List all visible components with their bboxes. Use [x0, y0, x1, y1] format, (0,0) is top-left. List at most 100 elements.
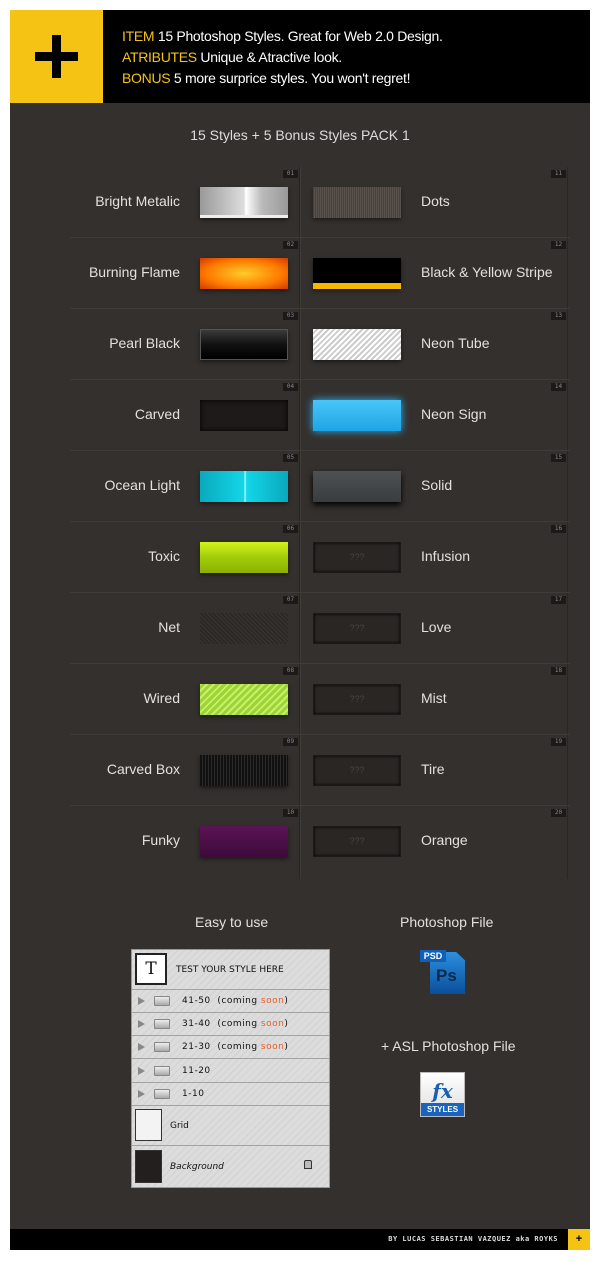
bonus-text: 5 more surprice styles. You won't regret…	[173, 70, 411, 86]
style-name: Burning Flame	[88, 264, 180, 280]
style-name: Neon Sign	[421, 406, 487, 422]
header: ITEM 15 Photoshop Styles. Great for Web …	[10, 10, 590, 103]
style-swatch: ???	[313, 542, 401, 573]
style-number: 11	[551, 170, 566, 178]
expand-arrow-icon[interactable]	[138, 997, 145, 1005]
style-swatch	[200, 755, 288, 786]
asl-title: + ASL Photoshop File	[381, 1038, 516, 1054]
style-swatch: ???	[313, 755, 401, 786]
style-row: 01 Bright Metalic 11 Dots	[10, 167, 590, 238]
style-swatch	[200, 684, 288, 715]
attributes-text: Unique & Atractive look.	[200, 49, 342, 65]
style-row: 05 Ocean Light 15 Solid	[10, 451, 590, 522]
style-number: 09	[283, 738, 298, 746]
style-row: 03 Pearl Black 13 Neon Tube	[10, 309, 590, 380]
lock-icon	[304, 1160, 312, 1169]
style-name: Ocean Light	[104, 477, 181, 493]
style-name: Black & Yellow Stripe	[421, 264, 553, 280]
style-row: 04 Carved 14 Neon Sign	[10, 380, 590, 451]
folder-icon	[154, 1088, 170, 1099]
folder-icon	[154, 996, 170, 1006]
layer-background[interactable]: Background	[132, 1146, 329, 1188]
style-name: Love	[421, 619, 452, 635]
expand-arrow-icon[interactable]	[138, 1020, 145, 1029]
style-row: 07 Net 17 ??? Love	[10, 593, 590, 664]
expand-arrow-icon[interactable]	[138, 1089, 145, 1098]
layer-group[interactable]: 41-50 (coming soon)	[132, 990, 329, 1013]
style-swatch: ???	[313, 684, 401, 715]
style-name: Orange	[421, 832, 468, 848]
style-swatch	[313, 258, 401, 289]
layer-name: Background	[170, 1162, 224, 1172]
style-swatch	[200, 187, 288, 218]
style-name: Neon Tube	[421, 335, 490, 351]
psd-file-icon: PSD Ps	[420, 948, 466, 994]
style-name: Infusion	[421, 548, 471, 564]
style-name: Dots	[421, 193, 450, 209]
asl-styles-icon: fx STYLES	[420, 1072, 465, 1117]
style-number: 04	[283, 383, 298, 391]
item-text: 15 Photoshop Styles. Great for Web 2.0 D…	[157, 28, 443, 44]
author-credit: BY LUCAS SEBASTIAN VAZQUEZ aka ROYKS	[388, 1235, 558, 1243]
folder-icon	[154, 1042, 170, 1053]
style-number: 07	[283, 596, 298, 604]
layer-group[interactable]: 1-10	[132, 1083, 329, 1106]
group-name: 31-40 (coming soon)	[182, 1019, 289, 1030]
style-swatch	[200, 542, 288, 573]
style-number: 02	[283, 241, 298, 249]
layer-group[interactable]: 31-40 (coming soon)	[132, 1013, 329, 1037]
footer: BY LUCAS SEBASTIAN VAZQUEZ aka ROYKS +	[10, 1229, 590, 1250]
style-swatch	[313, 400, 401, 431]
layer-name: TEST YOUR STYLE HERE	[176, 965, 284, 975]
style-number: 01	[283, 170, 298, 178]
header-text: ITEM 15 Photoshop Styles. Great for Web …	[122, 26, 443, 89]
layer-grid[interactable]: Grid	[132, 1106, 329, 1146]
style-name: Tire	[421, 761, 445, 777]
style-swatch	[200, 613, 288, 644]
style-number: 14	[551, 383, 566, 391]
style-row: 06 Toxic 16 ??? Infusion	[10, 522, 590, 593]
layer-name: Grid	[170, 1121, 189, 1131]
style-swatch	[200, 471, 288, 502]
folder-icon	[154, 1019, 170, 1030]
easy-title: Easy to use	[195, 914, 269, 930]
plus-logo-icon	[10, 10, 103, 103]
style-name: Toxic	[148, 548, 180, 564]
expand-arrow-icon[interactable]	[138, 1066, 145, 1075]
style-number: 08	[283, 667, 298, 675]
style-row: 02 Burning Flame 12 Black & Yellow Strip…	[10, 238, 590, 309]
style-swatch	[313, 329, 401, 360]
grid-thumb	[135, 1109, 162, 1141]
style-number: 15	[551, 454, 566, 462]
layer-group[interactable]: 21-30 (coming soon)	[132, 1036, 329, 1060]
bonus-key: BONUS	[122, 70, 171, 86]
folder-icon	[154, 1065, 170, 1076]
group-name: 21-30 (coming soon)	[182, 1042, 289, 1053]
layer-text[interactable]: T TEST YOUR STYLE HERE	[132, 950, 329, 990]
style-row: 08 Wired 18 ??? Mist	[10, 664, 590, 735]
expand-arrow-icon[interactable]	[138, 1043, 145, 1052]
style-name: Bright Metalic	[95, 193, 180, 209]
style-name: Funky	[141, 832, 180, 848]
layer-group[interactable]: 11-20	[132, 1060, 329, 1083]
poster: ITEM 15 Photoshop Styles. Great for Web …	[10, 10, 590, 1250]
style-number: 06	[283, 525, 298, 533]
style-number: 03	[283, 312, 298, 320]
style-swatch	[200, 826, 288, 857]
style-swatch: ???	[313, 613, 401, 644]
background-thumb	[135, 1150, 162, 1183]
style-number: 19	[551, 738, 566, 746]
style-row: 09 Carved Box 19 ??? Tire	[10, 735, 590, 806]
style-number: 20	[551, 809, 566, 817]
attributes-key: ATRIBUTES	[122, 49, 197, 65]
style-row: 10 Funky 20 ??? Orange	[10, 806, 590, 877]
item-key: ITEM	[122, 28, 155, 44]
style-swatch: ???	[313, 826, 401, 857]
pack-title: 15 Styles + 5 Bonus Styles PACK 1	[190, 127, 410, 143]
layers-panel: T TEST YOUR STYLE HERE 41-50 (coming soo…	[131, 949, 330, 1188]
style-name: Wired	[143, 690, 180, 706]
group-name: 11-20	[182, 1065, 211, 1076]
style-swatch	[200, 329, 288, 360]
style-number: 10	[283, 809, 298, 817]
style-name: Net	[158, 619, 180, 635]
